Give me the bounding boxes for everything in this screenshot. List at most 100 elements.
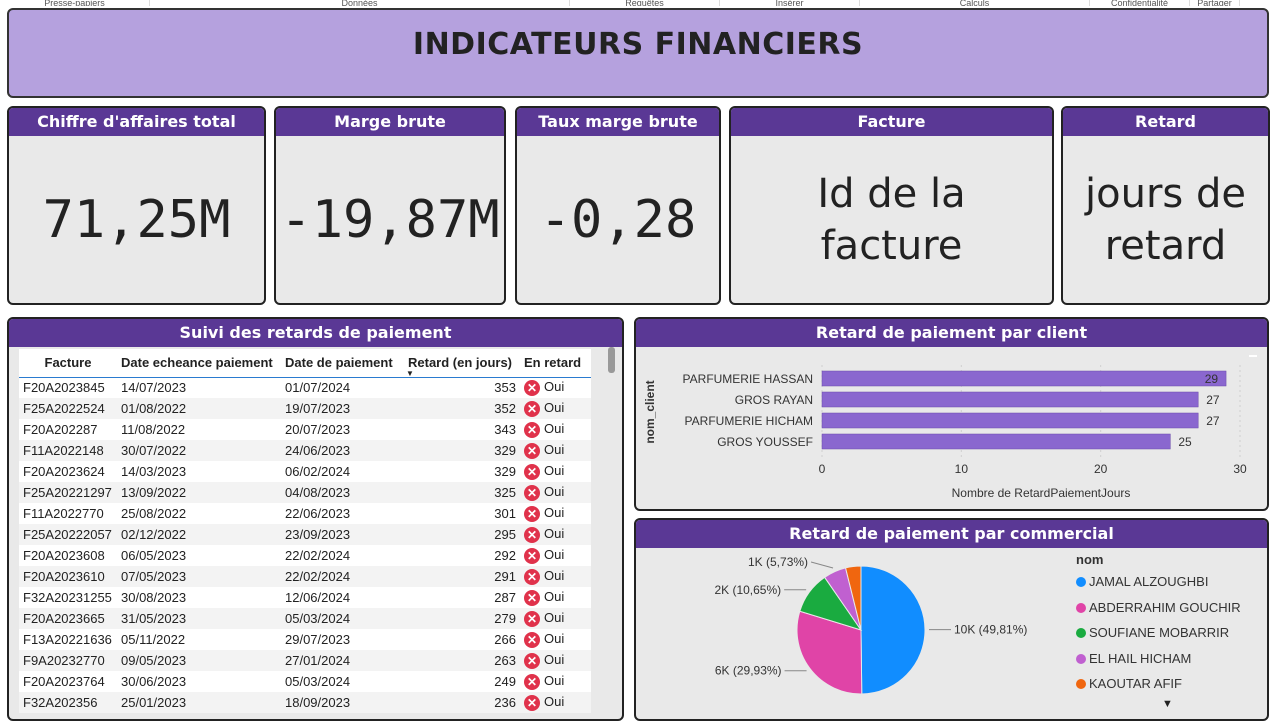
bar-category-label: PARFUMERIE HASSAN <box>683 372 813 386</box>
cell-date-paiement: 24/06/2023 <box>281 440 404 461</box>
cell-date-paiement: 27/01/2024 <box>281 650 404 671</box>
legend-item[interactable]: SOUFIANE MOBARRIR <box>1076 625 1229 640</box>
cell-retard: 353 <box>494 380 516 396</box>
payment-delay-table-panel: Suivi des retards de paiement Facture Da… <box>7 317 624 721</box>
table-row[interactable]: F11A2022148 30/07/2022 24/06/2023 329 ✕ Oui <box>19 440 591 461</box>
late-status-label: Oui <box>544 379 565 395</box>
table-row[interactable]: F9A20232770 09/05/2023 27/01/2024 263 ✕ Oui <box>19 650 591 671</box>
legend-item[interactable]: ABDERRAHIM GOUCHIR <box>1076 600 1241 615</box>
table-row[interactable]: F32A20231255 30/08/2023 12/06/2024 287 ✕ Oui <box>19 587 591 608</box>
cell-date-paiement: 12/06/2024 <box>285 590 351 605</box>
late-status-label: Oui <box>544 652 565 668</box>
cell-date-echeance: 30/08/2023 <box>121 590 187 605</box>
kpi-card-taux-marge[interactable]: Taux marge brute -0,28 <box>515 106 721 305</box>
ribbon-group-label: Partager <box>1190 0 1240 6</box>
pie-chart-title: Retard de paiement par commercial <box>636 520 1267 548</box>
column-header-retard[interactable]: Retard (en jours) ▼ <box>404 349 520 378</box>
column-header-date-echeance[interactable]: Date echeance paiement <box>117 349 281 378</box>
late-status-label: Oui <box>544 421 565 437</box>
table-row[interactable]: F20A2023624 14/03/2023 06/02/2024 329 ✕ Oui <box>19 461 591 482</box>
table-row[interactable]: F20A2023610 07/05/2023 22/02/2024 291 ✕ Oui <box>19 566 591 587</box>
legend-item[interactable]: JAMAL ALZOUGHBI <box>1076 574 1208 589</box>
cell-date-echeance: 06/05/2023 <box>121 548 187 563</box>
late-status-icon: ✕ <box>524 694 540 711</box>
pie-chart-panel: Retard de paiement par commercial 10K (4… <box>634 518 1269 721</box>
kpi-card-chiffre-affaires[interactable]: Chiffre d'affaires total 71,25M <box>7 106 266 305</box>
kpi-card-facture[interactable]: Facture Id de la facture <box>729 106 1054 305</box>
column-header-en-retard[interactable]: En retard <box>520 349 591 378</box>
bar-x-tick-label: 0 <box>819 462 826 476</box>
cell-facture: F20A2023610 <box>19 566 117 587</box>
cell-date-paiement: 22/06/2023 <box>285 506 351 521</box>
bar <box>821 391 1199 408</box>
cell-retard: 352 <box>404 398 520 419</box>
cell-date-echeance: 02/12/2022 <box>117 524 281 545</box>
table-row[interactable]: F20A2023608 06/05/2023 22/02/2024 292 ✕ Oui <box>19 545 591 566</box>
pie-data-label: 2K (10,65%) <box>714 583 781 597</box>
cell-facture: F20A202287 <box>23 422 98 437</box>
bar-category-label: GROS YOUSSEF <box>717 435 813 449</box>
cell-retard: 279 <box>404 608 520 629</box>
cell-date-echeance: 05/11/2022 <box>121 632 186 647</box>
table-row[interactable]: F20A202287 11/08/2022 20/07/2023 343 ✕ Oui <box>19 419 591 440</box>
kpi-card-label: Chiffre d'affaires total <box>9 108 264 136</box>
table-scroll-area[interactable]: Facture Date echeance paiement Date de p… <box>19 349 591 713</box>
pie-chart: 10K (49,81%) 6K (29,93%) 2K (10,65%) 1K (5,… <box>714 555 1027 695</box>
table-scrollbar-thumb[interactable] <box>608 347 615 373</box>
late-status-label: Oui <box>544 568 565 584</box>
column-header-date-paiement[interactable]: Date de paiement <box>281 349 404 378</box>
cell-facture: F20A2023608 <box>23 548 105 563</box>
table-row[interactable]: F20A2023665 31/05/2023 05/03/2024 279 ✕ Oui <box>19 608 591 629</box>
late-status-label: Oui <box>544 442 565 458</box>
table-row[interactable]: F25A20221297 13/09/2022 04/08/2023 325 ✕ Oui <box>19 482 591 503</box>
ribbon-group-label: Données <box>150 0 570 6</box>
table-row[interactable]: F13A20221636 05/11/2022 29/07/2023 266 ✕ Oui <box>19 629 591 650</box>
cell-retard: 291 <box>404 566 520 587</box>
legend-item[interactable]: KAOUTAR AFIF <box>1076 676 1182 691</box>
late-status-icon: ✕ <box>524 442 540 459</box>
table-row[interactable]: F32A202356 25/01/2023 18/09/2023 236 ✕ Oui <box>19 692 591 713</box>
cell-en-retard: ✕ Oui <box>520 608 591 629</box>
kpi-card-marge-brute[interactable]: Marge brute -19,87M <box>274 106 506 305</box>
cell-en-retard: ✕ Oui <box>520 482 591 503</box>
cell-facture: F25A20221297 <box>19 482 117 503</box>
late-status-icon: ✕ <box>524 400 540 417</box>
bar-x-tick-label: 30 <box>1233 462 1247 476</box>
late-status-label: Oui <box>544 505 565 521</box>
ribbon-group-label: Requêtes <box>570 0 720 6</box>
legend-more-icon[interactable]: ▼ <box>1162 698 1173 710</box>
cell-facture: F20A2023764 <box>23 674 105 689</box>
cell-en-retard: ✕ Oui <box>520 692 591 713</box>
kpi-card-value: -19,87M <box>280 189 500 250</box>
kpi-card-value: -0,28 <box>539 189 697 250</box>
table-row[interactable]: F20A2023845 14/07/2023 01/07/2024 353 ✕ Oui <box>19 377 591 398</box>
cell-en-retard: ✕ Oui <box>520 629 591 650</box>
bar-chart: 0 10 20 30 PARFUMERIE HASSAN 29 GROS RAYAN 27 PA… <box>643 365 1247 500</box>
table-row[interactable]: F11A2022770 25/08/2022 22/06/2023 301 ✕ Oui <box>19 503 591 524</box>
cell-date-paiement: 22/02/2024 <box>281 566 404 587</box>
cell-date-echeance: 13/09/2022 <box>117 482 281 503</box>
table-row[interactable]: F20A2023764 30/06/2023 05/03/2024 249 ✕ Oui <box>19 671 591 692</box>
cell-date-paiement: 18/09/2023 <box>281 692 404 713</box>
cell-en-retard: ✕ Oui <box>520 377 591 398</box>
cell-en-retard: ✕ Oui <box>520 398 591 419</box>
bar-chart-panel: Retard de paiement par client 0 10 20 30 PAR… <box>634 317 1269 511</box>
cell-retard: 343 <box>494 422 516 437</box>
late-status-label: Oui <box>544 673 565 689</box>
column-header-facture[interactable]: Facture <box>19 349 117 378</box>
cell-date-paiement: 22/02/2024 <box>285 548 351 563</box>
kpi-card-value: 71,25M <box>42 189 231 250</box>
late-status-icon: ✕ <box>524 463 540 480</box>
cell-retard: 236 <box>404 692 520 713</box>
cell-date-paiement: 04/08/2023 <box>281 482 404 503</box>
page-title: INDICATEURS FINANCIERS <box>412 27 864 62</box>
table-row[interactable]: F25A20222057 02/12/2022 23/09/2023 295 ✕ Oui <box>19 524 591 545</box>
bar-value-label: 29 <box>1205 372 1219 386</box>
table-row[interactable]: F25A2022524 01/08/2022 19/07/2023 352 ✕ Oui <box>19 398 591 419</box>
legend-item[interactable]: EL HAIL HICHAM <box>1076 651 1191 666</box>
ribbon-group-label: Confidentialité <box>1090 0 1190 6</box>
cell-en-retard: ✕ Oui <box>520 461 591 482</box>
kpi-card-retard[interactable]: Retard jours de retard <box>1061 106 1270 305</box>
pie-data-label: 10K (49,81%) <box>954 623 1027 637</box>
cell-date-paiement: 01/07/2024 <box>285 380 351 396</box>
